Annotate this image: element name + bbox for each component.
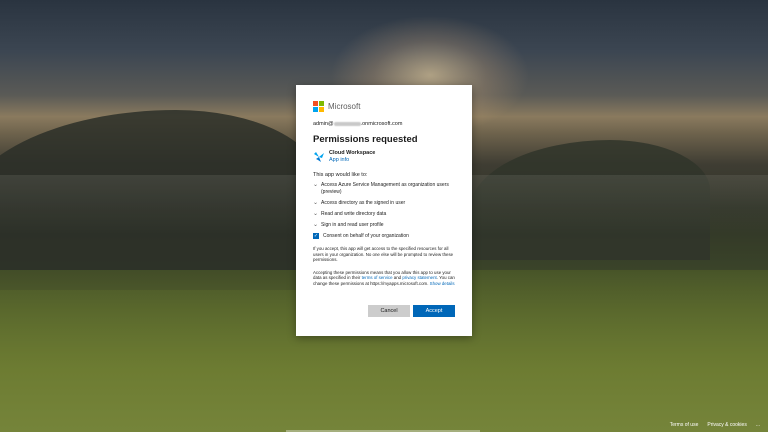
app-info-link[interactable]: App info xyxy=(329,157,375,163)
microsoft-logo-icon xyxy=(313,100,324,112)
chevron-down-icon: ⌄ xyxy=(313,200,319,206)
app-name: Cloud Workspace xyxy=(329,150,376,156)
permission-label: Read and write directory data xyxy=(321,211,387,217)
would-like-label: This app would like to: xyxy=(313,172,368,178)
terms-of-use-link[interactable]: Terms of use xyxy=(670,422,699,428)
privacy-statement-link[interactable]: privacy statement xyxy=(402,275,436,280)
privacy-cookies-link[interactable]: Privacy & cookies xyxy=(707,422,746,428)
cancel-button[interactable]: Cancel xyxy=(368,305,410,317)
account-email: admin@ .onmicrosoft.com xyxy=(313,121,455,127)
app-row: Cloud Workspace App info xyxy=(313,150,455,163)
accept-button[interactable]: Accept xyxy=(413,305,455,317)
permissions-dialog: Microsoft admin@ .onmicrosoft.com Permiss… xyxy=(296,85,472,336)
dialog-buttons: Cancel Accept xyxy=(368,305,455,317)
brand: Microsoft xyxy=(313,100,455,112)
chevron-down-icon: ⌄ xyxy=(313,222,319,228)
show-details-link[interactable]: Show details xyxy=(430,281,455,286)
terms-notice: Accepting these permissions means that y… xyxy=(313,270,455,287)
accept-notice: If you accept, this app will get access … xyxy=(313,246,454,263)
terms-notice-and: and xyxy=(392,275,403,281)
brand-name: Microsoft xyxy=(328,101,361,111)
chevron-down-icon: ⌄ xyxy=(313,182,319,188)
redacted-domain xyxy=(333,121,361,126)
account-prefix: admin@ xyxy=(313,121,334,127)
footer: Terms of use Privacy & cookies ... xyxy=(670,422,760,428)
permission-list: ⌄ Access Azure Service Management as org… xyxy=(313,182,455,229)
checkmark-icon: ✓ xyxy=(313,233,319,239)
permission-item[interactable]: ⌄ Read and write directory data xyxy=(313,211,455,218)
terms-of-service-link[interactable]: terms of service xyxy=(362,275,393,280)
cloud-workspace-bird-icon xyxy=(314,152,324,162)
chevron-down-icon: ⌄ xyxy=(313,211,319,217)
permission-item[interactable]: ⌄ Access directory as the signed in user xyxy=(313,200,455,207)
permission-item[interactable]: ⌄ Access Azure Service Management as org… xyxy=(313,182,455,196)
more-options-button[interactable]: ... xyxy=(756,422,760,428)
permission-label: Access Azure Service Management as organ… xyxy=(321,182,449,195)
page-title: Permissions requested xyxy=(313,134,418,145)
consent-label: Consent on behalf of your organization xyxy=(323,233,409,239)
consent-row[interactable]: ✓ Consent on behalf of your organization xyxy=(313,233,455,239)
account-suffix: .onmicrosoft.com xyxy=(360,121,403,127)
permission-label: Sign in and read user profile xyxy=(321,222,384,228)
permission-item[interactable]: ⌄ Sign in and read user profile xyxy=(313,222,455,229)
permission-label: Access directory as the signed in user xyxy=(321,200,406,206)
consent-checkbox[interactable]: ✓ xyxy=(313,233,319,239)
